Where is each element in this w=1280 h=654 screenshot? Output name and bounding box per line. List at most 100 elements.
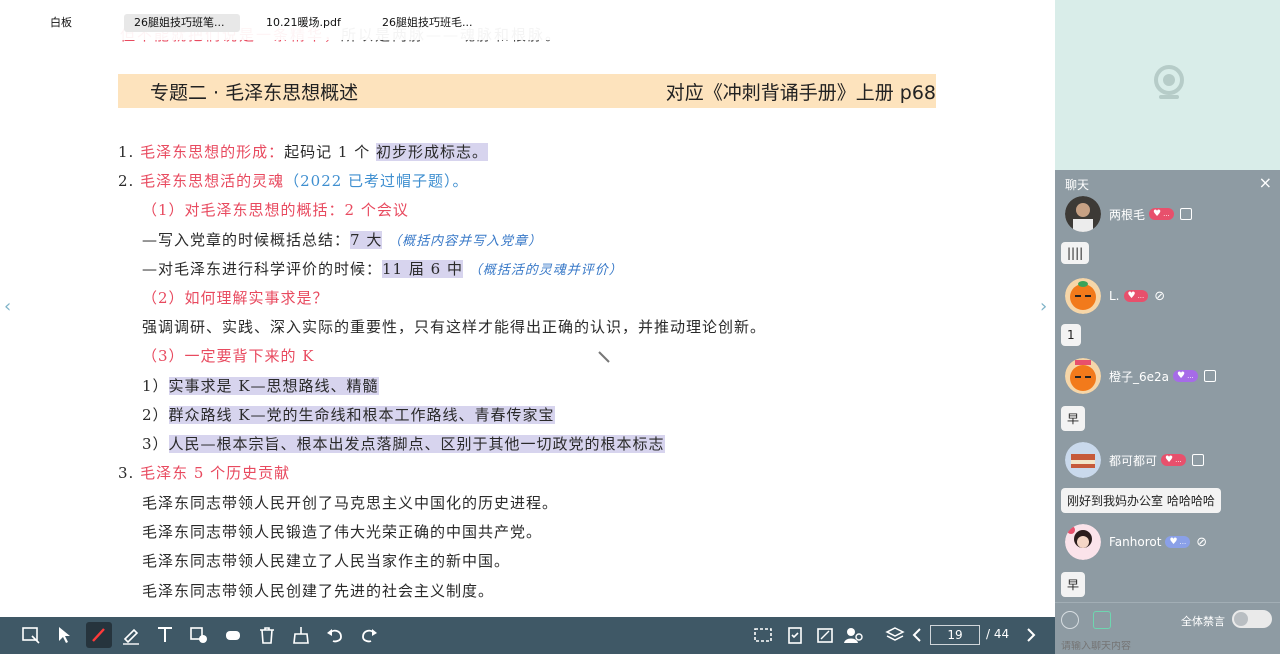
- page-total: / 44: [986, 627, 1010, 641]
- layers-icon[interactable]: [884, 624, 906, 646]
- image-icon[interactable]: [1093, 611, 1111, 629]
- next-page-icon[interactable]: [1020, 624, 1042, 646]
- item-text: —写入党章的时候概括总结：: [142, 231, 351, 249]
- tab-warmup-pdf[interactable]: 10.21暖场.pdf: [256, 14, 351, 32]
- prev-page-icon[interactable]: [906, 624, 928, 646]
- item-number: 2.: [118, 172, 135, 190]
- heart-icon: ♥: [1153, 209, 1162, 219]
- chat-bubble: 早: [1061, 406, 1086, 431]
- chat-username: L.: [1109, 289, 1120, 303]
- chat-bubble: ||||: [1061, 242, 1090, 264]
- heart-icon: ♥: [1127, 291, 1136, 301]
- banner-title: 专题二 · 毛泽东思想概述: [150, 81, 359, 104]
- chat-message-header: 橙子_6e2a ♥...: [1065, 358, 1216, 394]
- list-item: 2）群众路线 K—党的生命线和根本工作路线、青春传家宝: [142, 404, 555, 425]
- highlighted-text: 群众路线 K—党的生命线和根本工作路线、青春传家宝: [168, 406, 555, 424]
- item-heading: 毛泽东思想活的灵魂: [140, 172, 285, 190]
- gift-icon: ⊘: [1154, 288, 1166, 304]
- highlighted-text: 初步形成标志。: [375, 143, 488, 161]
- avatar[interactable]: [1065, 196, 1101, 232]
- avatar[interactable]: [1065, 358, 1101, 394]
- avatar[interactable]: [1065, 442, 1101, 478]
- banner-reference: 对应《冲刺背诵手册》上册 p68: [665, 81, 936, 104]
- chat-bubble: 刚好到我妈办公室 哈哈哈哈: [1061, 488, 1221, 513]
- mute-all-label: 全体禁言: [1181, 615, 1225, 628]
- chat-header: 聊天: [1065, 178, 1090, 192]
- chat-input[interactable]: [1061, 641, 1261, 652]
- list-item: 2. 毛泽东思想活的灵魂（2022 已考过帽子题）。: [118, 170, 469, 191]
- item-number: 3）: [142, 435, 169, 453]
- participants-icon[interactable]: [842, 624, 864, 646]
- sub-item-heading: （1）对毛泽东思想的概括：2 个会议: [142, 201, 409, 219]
- list-item: —写入党章的时候概括总结：7 大 （概括内容并写入党章）: [142, 229, 542, 250]
- document-area: 白板 26腿姐技巧班笔... 10.21暖场.pdf 26腿姐技巧班毛... 但…: [0, 0, 1055, 617]
- trash-icon[interactable]: [256, 624, 278, 646]
- avatar[interactable]: [1065, 524, 1101, 560]
- chat-username: 两根毛: [1109, 207, 1146, 222]
- badge-text: ...: [1163, 210, 1170, 218]
- page-number-input[interactable]: [930, 625, 980, 645]
- item-number: 3.: [118, 464, 135, 482]
- chat-message-header: Fanhorot ♥... ⊘: [1065, 524, 1207, 560]
- text-tool-icon[interactable]: [154, 624, 176, 646]
- heart-icon: ♥: [1177, 371, 1186, 381]
- item-heading: 毛泽东 5 个历史贡献: [140, 464, 291, 482]
- pencil-cursor-icon: [598, 351, 610, 363]
- redo-icon[interactable]: [358, 624, 380, 646]
- camera-icon: [1154, 65, 1184, 99]
- highlighted-text: 实事求是 K—思想路线、精髓: [168, 377, 379, 395]
- eraser-icon[interactable]: [222, 624, 244, 646]
- item-text: —对毛泽东进行科学评价的时候：: [142, 260, 383, 278]
- tab-bar: 白板 26腿姐技巧班笔... 10.21暖场.pdf 26腿姐技巧班毛...: [0, 0, 1055, 40]
- tab-notes-2[interactable]: 26腿姐技巧班毛...: [372, 14, 488, 32]
- clipboard-icon[interactable]: [784, 624, 806, 646]
- chat-username: 都可都可: [1109, 453, 1158, 468]
- tab-notes-1[interactable]: 26腿姐技巧班笔...: [124, 14, 240, 32]
- prev-page-arrow-icon[interactable]: ‹: [4, 296, 11, 317]
- badge-text: ...: [1137, 292, 1145, 300]
- video-area: [1055, 0, 1280, 170]
- chat-message-header: 两根毛 ♥...: [1065, 196, 1192, 232]
- clear-broom-icon[interactable]: [290, 624, 312, 646]
- item-heading: 毛泽东思想的形成：: [140, 143, 285, 161]
- badge-text: ...: [1179, 538, 1187, 546]
- app-root: 白板 26腿姐技巧班笔... 10.21暖场.pdf 26腿姐技巧班毛... 但…: [0, 0, 1280, 654]
- pen-icon[interactable]: [86, 622, 112, 648]
- pointer-icon[interactable]: [54, 624, 76, 646]
- toggle-knob: [1234, 612, 1248, 626]
- item-number: 1）: [142, 377, 169, 395]
- heart-icon: ♥: [1169, 537, 1178, 547]
- chat-username: 橙子_6e2a: [1109, 369, 1170, 384]
- badge-text: ...: [1187, 372, 1194, 380]
- mute-all-toggle[interactable]: [1232, 610, 1272, 628]
- chat-message-header: 都可都可 ♥...: [1065, 442, 1204, 478]
- item-number: 1.: [118, 143, 135, 161]
- avatar[interactable]: [1065, 278, 1101, 314]
- next-page-arrow-icon[interactable]: ›: [1040, 296, 1047, 317]
- select-area-icon[interactable]: [20, 624, 42, 646]
- emoji-icon[interactable]: [1061, 611, 1079, 629]
- screen-capture-icon[interactable]: [752, 624, 774, 646]
- drawing-toolbar: / 44: [0, 617, 1055, 654]
- pages-icon[interactable]: [814, 624, 836, 646]
- list-item: 3）人民—根本宗旨、根本出发点落脚点、区别于其他一切政党的根本标志: [142, 433, 665, 454]
- shape-tool-icon[interactable]: [188, 624, 210, 646]
- list-item: 3. 毛泽东 5 个历史贡献: [118, 462, 290, 483]
- chat-bubble: 早: [1061, 572, 1086, 597]
- level-badge: ♥...: [1149, 208, 1174, 220]
- highlighter-icon[interactable]: [120, 624, 142, 646]
- checkbox-icon: [1179, 208, 1192, 220]
- level-badge: ♥...: [1165, 536, 1191, 548]
- tab-whiteboard[interactable]: 白板: [40, 14, 82, 32]
- heart-icon: ♥: [1165, 455, 1174, 465]
- highlighted-text: 7 大: [350, 231, 383, 249]
- list-item: 1）实事求是 K—思想路线、精髓: [142, 375, 379, 396]
- undo-icon[interactable]: [324, 624, 346, 646]
- chat-bubble: 1: [1061, 324, 1081, 346]
- chat-panel: 聊天 × 两根毛 ♥... |||| L. ♥... ⊘ 1 橙子_6e2a ♥…: [1055, 170, 1280, 654]
- close-icon[interactable]: ×: [1259, 173, 1272, 192]
- sub-item-heading: （2）如何理解实事求是？: [142, 289, 329, 307]
- list-item: —对毛泽东进行科学评价的时候：11 届 6 中 （概括活的灵魂并评价）: [142, 258, 623, 279]
- checkbox-icon: [1191, 454, 1204, 466]
- handwritten-note: （概括活的灵魂并评价）: [468, 263, 623, 278]
